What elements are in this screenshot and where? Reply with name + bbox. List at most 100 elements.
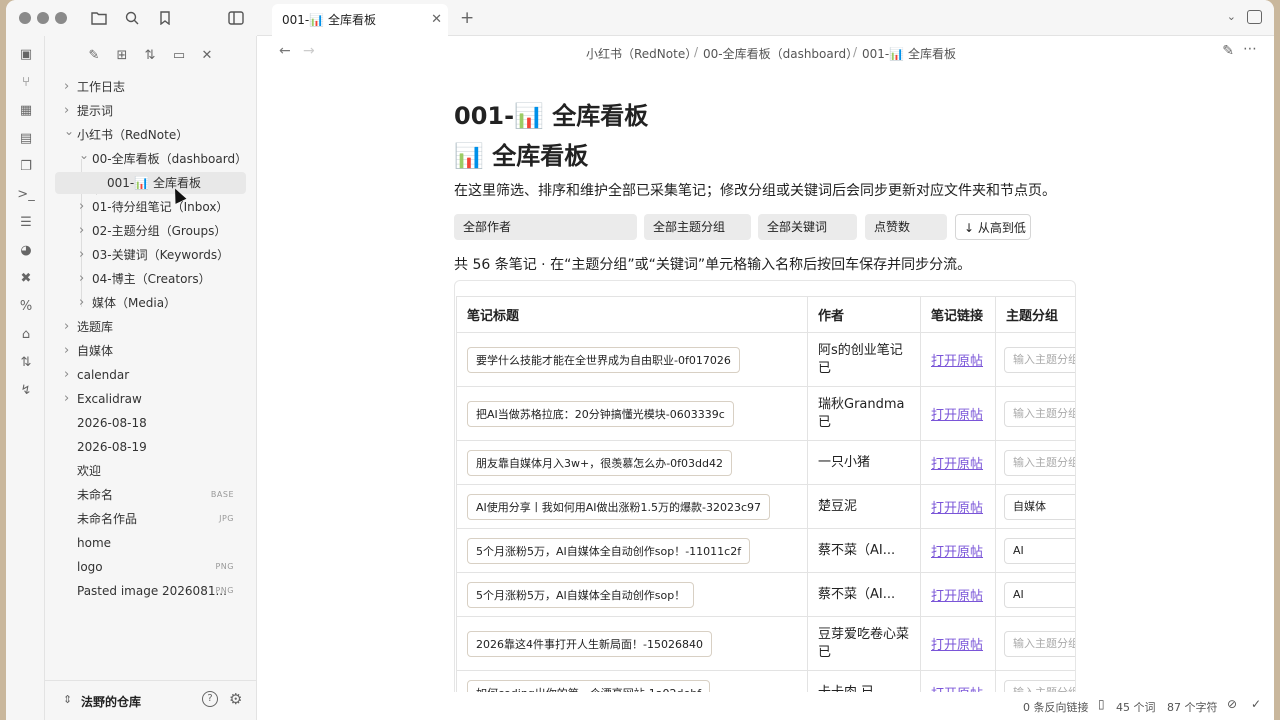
plugin-icon[interactable]: ◕ [17, 241, 35, 259]
more-options-icon[interactable]: ⋯ [1243, 41, 1258, 57]
route-icon[interactable]: ↯ [17, 381, 35, 399]
file-tree-item[interactable]: › calendar [64, 364, 234, 386]
file-tree-item[interactable]: › 工作日志 [64, 76, 234, 98]
breadcrumb-item[interactable]: 小红书（RedNote） [586, 45, 697, 62]
sort-numeric-icon[interactable]: ⇅ [17, 353, 35, 371]
home-icon[interactable]: ⌂ [17, 325, 35, 343]
group-input[interactable]: 自媒体 [1004, 493, 1075, 520]
group-input[interactable]: AI [1004, 581, 1075, 608]
chevron-right-icon[interactable]: › [64, 100, 69, 122]
outline-icon[interactable]: ☰ [17, 213, 35, 231]
file-tree-item[interactable]: logo PNG [77, 556, 234, 578]
group-input[interactable]: 输入主题分组 [1004, 346, 1075, 373]
calendar-icon[interactable]: ▤ [17, 129, 35, 147]
breadcrumb-item[interactable]: 00-全库看板（dashboard） [703, 45, 858, 62]
chevron-right-icon[interactable]: › [64, 388, 69, 410]
note-title-link[interactable]: 朋友靠自媒体月入3w+，很羡慕怎么办-0f03dd42 [467, 449, 733, 476]
chevron-right-icon[interactable]: › [79, 268, 84, 290]
chevron-down-icon[interactable]: ⌄ [79, 144, 89, 166]
settings-gear-icon[interactable]: ⚙ [229, 690, 242, 708]
open-original-link[interactable]: 打开原帖 [931, 501, 983, 516]
edit-pencil-icon[interactable]: ✎ [1222, 43, 1234, 59]
tools-icon[interactable]: ✖ [17, 269, 35, 287]
file-tree-item[interactable]: Pasted image 2026081... PNG [77, 580, 234, 602]
open-original-link[interactable]: 打开原帖 [931, 638, 983, 653]
reading-mode-icon[interactable]: ▯ [1098, 697, 1105, 711]
vault-switcher[interactable]: ⇕ 法野的仓库 ? ⚙ [45, 680, 256, 720]
file-tree-item[interactable]: 未命名作品 JPG [77, 508, 234, 530]
filter-keyword-select[interactable]: 全部关键词 [758, 214, 857, 240]
chevron-right-icon[interactable]: › [64, 316, 69, 338]
right-sidebar-toggle-icon[interactable] [1247, 10, 1262, 24]
file-tree-item[interactable]: home [77, 532, 234, 554]
open-original-link[interactable]: 打开原帖 [931, 589, 983, 604]
file-tree-item[interactable]: 欢迎 [77, 460, 234, 482]
notes-table-wrapper[interactable]: 笔记标题 作者 笔记链接 主题分组 要学什么技能才能在全世界成为自由职业-0f0… [454, 280, 1076, 692]
open-original-link[interactable]: 打开原帖 [931, 457, 983, 472]
new-note-icon[interactable]: ✎ [85, 46, 103, 64]
file-tree-item[interactable]: 未命名 BASE [77, 484, 234, 506]
file-tree-item[interactable]: › 04-博主（Creators） [79, 268, 234, 290]
back-arrow-icon[interactable]: ← [279, 43, 291, 59]
note-title-link[interactable]: 5个月涨粉5万，AI自媒体全自动创作sop！ [467, 581, 695, 608]
group-input[interactable]: AI [1004, 537, 1075, 564]
graph-view-icon[interactable]: ⑂ [17, 73, 35, 91]
group-input[interactable]: 输入主题分组 [1004, 630, 1075, 657]
breadcrumb-current[interactable]: 001-📊 全库看板 [862, 45, 956, 62]
close-tab-icon[interactable]: ✕ [431, 4, 442, 36]
file-tree-item[interactable]: › 02-主题分组（Groups） [79, 220, 234, 242]
file-tree-item[interactable]: ⌄ 00-全库看板（dashboard） [79, 148, 247, 170]
file-tree-item[interactable]: › 01-待分组笔记（Inbox） [79, 196, 234, 218]
chevron-right-icon[interactable]: › [79, 244, 84, 266]
note-title-link[interactable]: 5个月涨粉5万，AI自媒体全自动创作sop！-11011c2f [467, 537, 751, 564]
chevron-right-icon[interactable]: › [64, 364, 69, 386]
forward-arrow-icon[interactable]: → [303, 43, 315, 59]
chevron-right-icon[interactable]: › [64, 76, 69, 98]
close-window-dot[interactable] [19, 12, 31, 24]
sort-direction-button[interactable]: ↓ 从高到低 [955, 214, 1031, 240]
open-original-link[interactable]: 打开原帖 [931, 354, 983, 369]
chevron-right-icon[interactable]: › [64, 340, 69, 362]
file-tree-item[interactable]: 2026-08-18 [77, 412, 234, 434]
zoom-window-dot[interactable] [55, 12, 67, 24]
new-tab-icon[interactable]: + [460, 8, 474, 28]
file-tree-item[interactable]: ⌄ 小红书（RedNote） [64, 124, 234, 146]
canvas-icon[interactable]: ▦ [17, 101, 35, 119]
chevron-right-icon[interactable]: › [79, 292, 84, 314]
terminal-icon[interactable]: >_ [17, 185, 35, 203]
note-title-link[interactable]: 2026靠这4件事打开人生新局面！-15026840 [467, 630, 712, 657]
minimize-window-dot[interactable] [37, 12, 49, 24]
open-quick-switcher-icon[interactable]: ▣ [17, 45, 35, 63]
sort-order-icon[interactable]: ⇅ [141, 46, 159, 64]
file-tree-item[interactable]: › Excalidraw [64, 388, 234, 410]
tab-dashboard[interactable]: 001-📊 全库看板 ✕ [272, 4, 448, 36]
file-tree-item[interactable]: › 提示词 [64, 100, 234, 122]
file-tree-item[interactable]: › 03-关键词（Keywords） [79, 244, 234, 266]
templates-icon[interactable]: ❐ [17, 157, 35, 175]
help-icon[interactable]: ? [202, 691, 218, 707]
filter-group-select[interactable]: 全部主题分组 [644, 214, 751, 240]
note-title-link[interactable]: 把AI当做苏格拉底：20分钟搞懂光模块-0603339c [467, 400, 734, 427]
file-tree-item[interactable]: › 媒体（Media） [79, 292, 234, 314]
auto-reveal-icon[interactable]: ▭ [170, 46, 188, 64]
file-tree-item[interactable]: 001-📊 全库看板 [55, 172, 246, 194]
open-original-link[interactable]: 打开原帖 [931, 408, 983, 423]
sort-field-select[interactable]: 点赞数 [865, 214, 947, 240]
filter-author-select[interactable]: 全部作者 [454, 214, 637, 240]
note-title-link[interactable]: AI使用分享丨我如何用AI做出涨粉1.5万的爆款-32023c97 [467, 493, 771, 520]
search-icon[interactable] [122, 9, 142, 27]
note-title-link[interactable]: 要学什么技能才能在全世界成为自由职业-0f017026 [467, 346, 740, 373]
open-original-link[interactable]: 打开原帖 [931, 545, 983, 560]
sync-off-icon[interactable]: ⊘ [1227, 697, 1237, 711]
collapse-all-icon[interactable]: ✕ [198, 46, 216, 64]
file-tree-item[interactable]: › 选题库 [64, 316, 234, 338]
toggle-sidebar-icon[interactable] [226, 9, 246, 27]
backlinks-count[interactable]: 0 条反向链接 [1023, 699, 1089, 715]
tab-list-chevron-icon[interactable]: ⌄ [1227, 10, 1236, 23]
group-input[interactable]: 输入主题分组 [1004, 400, 1075, 427]
file-explorer-icon[interactable] [89, 9, 109, 27]
chevron-right-icon[interactable]: › [79, 196, 84, 218]
group-input[interactable]: 输入主题分组 [1004, 449, 1075, 476]
file-tree-item[interactable]: 2026-08-19 [77, 436, 234, 458]
note-title-link[interactable]: 如何coding出你的第一个漂亮网站-1a02debf [467, 679, 711, 692]
